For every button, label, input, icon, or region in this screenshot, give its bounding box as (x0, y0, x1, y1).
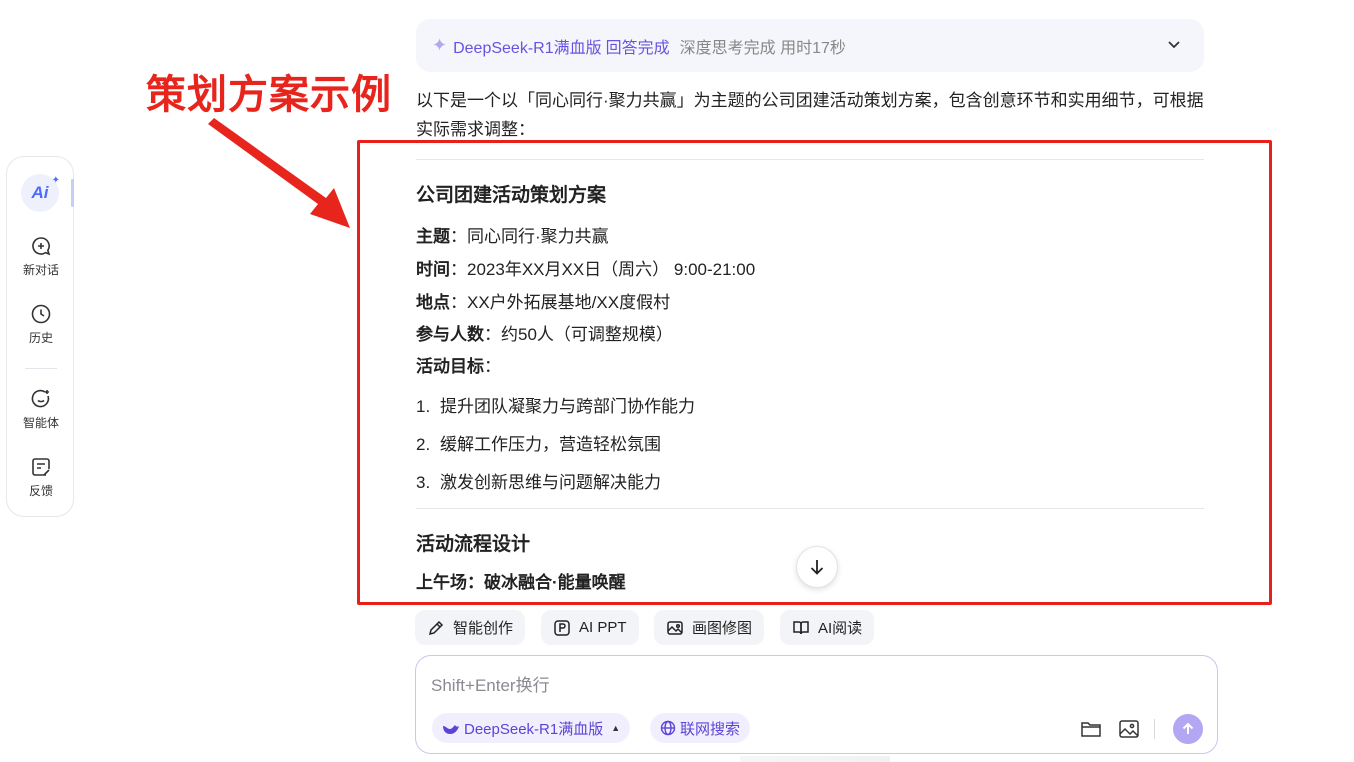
sidebar-item-label: 新对话 (22, 263, 59, 277)
image-edit-icon (667, 620, 683, 635)
chevron-down-icon[interactable] (1166, 36, 1182, 52)
folder-icon[interactable] (1080, 719, 1102, 739)
globe-icon (660, 720, 676, 736)
answer-intro: 以下是一个以「同心同行·聚力共赢」为主题的公司团建活动策划方案，包含创意环节和实… (416, 91, 1204, 139)
deepseek-icon (443, 725, 459, 734)
agent-icon (31, 389, 50, 408)
ai-logo[interactable]: Ai ✦ (21, 174, 60, 212)
active-indicator (71, 179, 74, 207)
model-select[interactable]: DeepSeek-R1满血版 ▲ (432, 713, 631, 743)
model-select-label: DeepSeek-R1满血版 (464, 720, 604, 738)
sidebar-item-label: 反馈 (28, 484, 53, 498)
tool-label: AI PPT (579, 619, 627, 636)
ppt-icon (554, 619, 570, 636)
web-search-label: 联网搜索 (680, 720, 741, 738)
footer-hint (740, 756, 890, 762)
sidebar-divider (25, 368, 57, 369)
tool-label: AI阅读 (818, 620, 863, 637)
sidebar-item-feedback[interactable]: 反馈 (7, 456, 75, 499)
new-chat-icon (32, 237, 51, 256)
tool-image-edit-button[interactable]: 画图修图 (654, 610, 765, 645)
image-upload-icon[interactable] (1118, 719, 1140, 739)
answer-status-bar[interactable]: ✦ DeepSeek-R1满血版 回答完成 深度思考完成 用时17秒 (416, 19, 1204, 72)
pen-icon (428, 620, 444, 635)
arrow-up-icon (1182, 722, 1194, 734)
send-button[interactable] (1173, 714, 1203, 744)
chat-input-box: Shift+Enter换行 DeepSeek-R1满血版 ▲ 联网搜索 (415, 655, 1218, 754)
chat-input[interactable]: Shift+Enter换行 (431, 671, 550, 696)
model-name: DeepSeek-R1满血版 (453, 39, 602, 57)
tool-ai-read-button[interactable]: AI阅读 (780, 610, 875, 645)
input-actions (1080, 714, 1203, 744)
tool-ai-ppt-button[interactable]: AI PPT (541, 610, 639, 645)
sidebar-item-label: 历史 (28, 331, 53, 345)
sidebar-item-agent[interactable]: 智能体 (7, 388, 75, 431)
sparkle-icon: ✦ (51, 175, 60, 186)
highlight-box (357, 140, 1272, 605)
divider (1154, 719, 1155, 739)
scroll-down-button[interactable] (796, 546, 838, 588)
clock-icon (31, 304, 51, 324)
sidebar: Ai ✦ 新对话 历史 智能体 反馈 (6, 156, 74, 517)
feedback-icon (32, 458, 50, 476)
ai-logo-text: Ai (31, 183, 49, 202)
tool-label: 智能创作 (453, 620, 514, 637)
tool-smart-create-button[interactable]: 智能创作 (415, 610, 526, 645)
answer-done-label: 回答完成 (605, 39, 670, 57)
tool-label: 画图修图 (692, 620, 753, 637)
web-search-toggle[interactable]: 联网搜索 (650, 713, 751, 743)
thinking-time: 深度思考完成 用时17秒 (679, 39, 846, 57)
sidebar-item-new-chat[interactable]: 新对话 (7, 235, 75, 278)
sparkle-icon: ✦ (432, 35, 448, 55)
arrow-down-icon (810, 560, 824, 575)
annotation-arrow (208, 118, 350, 228)
sidebar-item-history[interactable]: 历史 (7, 303, 75, 346)
book-icon (793, 620, 809, 634)
sidebar-item-label: 智能体 (22, 416, 59, 430)
annotation-title: 策划方案示例 (146, 72, 392, 118)
caret-up-icon: ▲ (611, 723, 621, 733)
